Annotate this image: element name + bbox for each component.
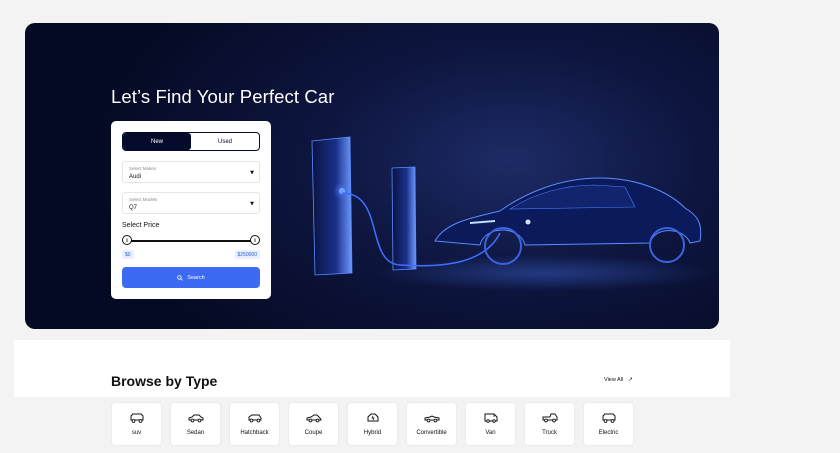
- search-card: New Used Select Makes Audi ▼ Select Mode…: [111, 121, 271, 299]
- type-card-suv[interactable]: suv: [111, 402, 162, 446]
- type-label: Hybrid: [363, 430, 382, 436]
- type-card-coupe[interactable]: Coupe: [288, 402, 339, 446]
- type-card-hybrid[interactable]: Hybrid: [347, 402, 398, 446]
- type-card-electric[interactable]: Electric: [583, 402, 634, 446]
- make-select[interactable]: Select Makes Audi ▼: [122, 161, 260, 183]
- coupe-icon: [306, 414, 322, 423]
- type-label: Electric: [598, 430, 619, 436]
- condition-toggle: New Used: [122, 132, 260, 151]
- tab-new[interactable]: New: [123, 133, 191, 150]
- electric-icon: [602, 413, 615, 423]
- view-all-link[interactable]: View All ↗: [604, 377, 633, 383]
- van-icon: [484, 413, 497, 423]
- price-min-value: $0: [122, 250, 134, 259]
- hybrid-icon: [367, 413, 378, 422]
- hero-banner: Let’s Find Your Perfect Car New Used Sel…: [25, 23, 719, 329]
- ev-charging-illustration: [311, 136, 715, 291]
- type-label: Van: [485, 430, 496, 436]
- make-select-value: Audi: [129, 174, 142, 180]
- sedan-icon: [188, 414, 203, 423]
- truck-icon: [542, 413, 557, 423]
- type-card-hatchback[interactable]: Hatchback: [229, 402, 280, 446]
- tab-used[interactable]: Used: [191, 133, 259, 150]
- price-max-value: $250000: [234, 250, 260, 259]
- arrow-up-right-icon: ↗: [628, 377, 633, 383]
- convertible-icon: [424, 415, 439, 423]
- price-slider-min-handle[interactable]: II: [122, 235, 132, 245]
- chevron-down-icon: ▼: [250, 201, 254, 207]
- type-label: suv: [131, 430, 142, 436]
- search-button[interactable]: Search: [122, 267, 260, 288]
- price-slider-max-handle[interactable]: II: [250, 235, 260, 245]
- type-card-truck[interactable]: Truck: [524, 402, 575, 446]
- chevron-down-icon: ▼: [250, 170, 254, 176]
- price-slider-track[interactable]: [127, 240, 255, 242]
- type-label: Coupe: [304, 430, 323, 436]
- search-button-label: Search: [187, 274, 205, 281]
- model-select[interactable]: Select Models Q7 ▼: [122, 192, 260, 214]
- type-label: Hatchback: [240, 430, 269, 436]
- search-icon: [177, 274, 183, 281]
- suv-icon: [130, 413, 143, 423]
- section-title: Browse by Type: [111, 373, 218, 389]
- make-select-label: Select Makes: [129, 166, 157, 171]
- model-select-value: Q7: [129, 205, 138, 211]
- type-label: Truck: [542, 430, 557, 436]
- view-all-label: View All: [604, 377, 624, 383]
- model-select-label: Select Models: [129, 197, 158, 202]
- hero-title: Let’s Find Your Perfect Car: [111, 86, 335, 107]
- type-label: Sedan: [186, 430, 205, 436]
- type-card-convertible[interactable]: Convertible: [406, 402, 457, 446]
- price-label: Select Price: [122, 222, 160, 229]
- browse-by-type-section: Browse by Type View All ↗: [14, 340, 730, 397]
- hatchback-icon: [248, 414, 261, 423]
- type-label: Convertible: [416, 430, 447, 436]
- type-card-van[interactable]: Van: [465, 402, 516, 446]
- type-card-sedan[interactable]: Sedan: [170, 402, 221, 446]
- car-type-list: suv Sedan Hatchback Coupe Hybrid Convert…: [111, 402, 634, 446]
